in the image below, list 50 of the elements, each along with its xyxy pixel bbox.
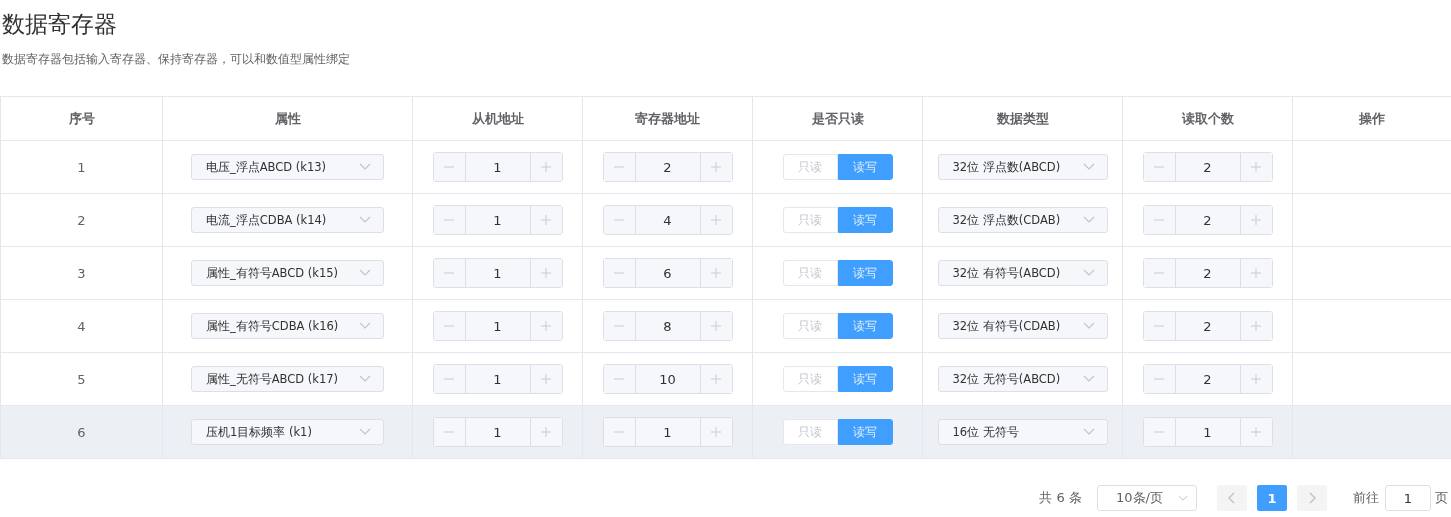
goto-label: 前往 bbox=[1353, 489, 1379, 507]
column-header: 寄存器地址 bbox=[582, 96, 753, 141]
index-cell: 4 bbox=[0, 299, 163, 353]
column-header: 操作 bbox=[1292, 96, 1451, 141]
chevron-down-icon bbox=[359, 375, 371, 383]
attribute-select[interactable]: 属性_有符号CDBA (k16) bbox=[191, 313, 384, 339]
page-title: 数据寄存器 bbox=[1, 10, 118, 39]
goto-page-input[interactable]: 1 bbox=[1385, 485, 1431, 511]
chevron-down-icon bbox=[359, 216, 371, 224]
chevron-left-icon bbox=[1228, 492, 1236, 504]
chevron-down-icon bbox=[1178, 494, 1188, 502]
page-suffix: 页 bbox=[1435, 489, 1448, 507]
chevron-right-icon bbox=[1308, 492, 1316, 504]
column-header: 从机地址 bbox=[412, 96, 583, 141]
attribute-select[interactable]: 压机1目标频率 (k1) bbox=[191, 419, 384, 445]
column-header: 读取个数 bbox=[1122, 96, 1293, 141]
attribute-select[interactable]: 电压_浮点ABCD (k13) bbox=[191, 154, 384, 180]
data-type-select[interactable]: 32位 浮点数(ABCD) bbox=[937, 154, 1108, 180]
total-count: 共 6 条 bbox=[1039, 489, 1082, 507]
data-type-select[interactable]: 32位 浮点数(CDAB) bbox=[937, 207, 1108, 233]
index-cell: 3 bbox=[0, 246, 163, 300]
chevron-down-icon bbox=[359, 428, 371, 436]
index-cell: 5 bbox=[0, 352, 163, 406]
index-cell: 2 bbox=[0, 193, 163, 247]
page-size-select[interactable]: 10条/页 bbox=[1097, 485, 1197, 511]
chevron-down-icon bbox=[1082, 163, 1095, 171]
chevron-down-icon bbox=[1082, 216, 1095, 224]
chevron-down-icon bbox=[359, 269, 371, 277]
attribute-select[interactable]: 属性_无符号ABCD (k17) bbox=[191, 366, 384, 392]
previous-page-button[interactable] bbox=[1217, 485, 1247, 511]
column-header: 序号 bbox=[0, 96, 163, 141]
data-type-select[interactable]: 32位 有符号(CDAB) bbox=[937, 313, 1108, 339]
data-type-select[interactable]: 32位 无符号(ABCD) bbox=[937, 366, 1108, 392]
index-cell: 6 bbox=[0, 405, 163, 459]
chevron-down-icon bbox=[1082, 428, 1095, 436]
index-cell: 1 bbox=[0, 140, 163, 194]
attribute-select[interactable]: 电流_浮点CDBA (k14) bbox=[191, 207, 384, 233]
column-header: 是否只读 bbox=[752, 96, 923, 141]
column-header: 数据类型 bbox=[922, 96, 1123, 141]
chevron-down-icon bbox=[1082, 322, 1095, 330]
column-header: 属性 bbox=[162, 96, 413, 141]
attribute-select[interactable]: 属性_有符号ABCD (k15) bbox=[191, 260, 384, 286]
data-type-select[interactable]: 16位 无符号 bbox=[937, 419, 1108, 445]
page-description: 数据寄存器包括输入寄存器、保持寄存器，可以和数值型属性绑定 bbox=[2, 51, 351, 67]
chevron-down-icon bbox=[1082, 269, 1095, 277]
next-page-button[interactable] bbox=[1297, 485, 1327, 511]
chevron-down-icon bbox=[359, 163, 371, 171]
chevron-down-icon bbox=[359, 322, 371, 330]
data-type-select[interactable]: 32位 有符号(ABCD) bbox=[937, 260, 1108, 286]
chevron-down-icon bbox=[1082, 375, 1095, 383]
